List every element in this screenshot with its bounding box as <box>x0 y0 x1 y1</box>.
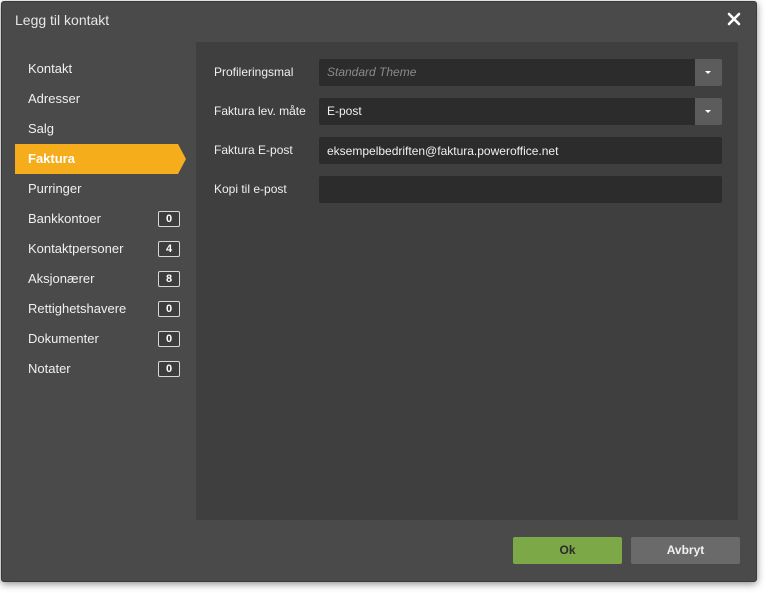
profileringsmal-label: Profileringsmal <box>214 65 294 79</box>
cancel-button[interactable]: Avbryt <box>631 537 740 564</box>
count-badge: 0 <box>158 361 180 377</box>
chevron-down-icon[interactable] <box>695 98 722 125</box>
count-badge: 0 <box>158 301 180 317</box>
sidebar-item-salg[interactable]: Salg <box>15 114 180 144</box>
sidebar-item-adresser[interactable]: Adresser <box>15 84 180 114</box>
leveringsmate-select[interactable]: E-post <box>319 98 722 125</box>
faktura-epost-input[interactable] <box>327 137 714 164</box>
count-badge: 4 <box>158 241 180 257</box>
sidebar-item-kontaktpersoner[interactable]: Kontaktpersoner 4 <box>15 234 180 264</box>
leveringsmate-row: Faktura lev. måte E-post <box>214 98 722 125</box>
faktura-panel: Profileringsmal Standard Theme Faktura l… <box>196 42 738 520</box>
sidebar: Kontakt Adresser Salg Faktura Purringer … <box>15 54 186 384</box>
sidebar-item-faktura[interactable]: Faktura <box>15 144 186 174</box>
sidebar-item-label: Purringer <box>28 181 82 196</box>
faktura-epost-field[interactable] <box>319 137 722 164</box>
kopi-epost-field[interactable] <box>319 176 722 203</box>
sidebar-item-label: Salg <box>28 121 55 136</box>
sidebar-item-purringer[interactable]: Purringer <box>15 174 180 204</box>
sidebar-item-bankkontoer[interactable]: Bankkontoer 0 <box>15 204 180 234</box>
chevron-down-icon[interactable] <box>695 59 722 86</box>
sidebar-item-notater[interactable]: Notater 0 <box>15 354 180 384</box>
count-badge: 0 <box>158 331 180 347</box>
sidebar-item-label: Adresser <box>28 91 81 106</box>
sidebar-item-aksjonaerer[interactable]: Aksjonærer 8 <box>15 264 180 294</box>
count-badge: 0 <box>158 211 180 227</box>
faktura-epost-row: Faktura E-post <box>214 137 722 164</box>
sidebar-item-dokumenter[interactable]: Dokumenter 0 <box>15 324 180 354</box>
ok-button[interactable]: Ok <box>513 537 622 564</box>
profileringsmal-select[interactable]: Standard Theme <box>319 59 722 86</box>
sidebar-item-label: Bankkontoer <box>28 211 101 226</box>
sidebar-item-label: Rettighetshavere <box>28 301 127 316</box>
dialog-title: Legg til kontakt <box>15 12 110 28</box>
kopi-epost-input[interactable] <box>327 176 714 203</box>
kopi-epost-label: Kopi til e-post <box>214 182 287 196</box>
sidebar-item-label: Notater <box>28 361 71 376</box>
sidebar-item-rettighetshavere[interactable]: Rettighetshavere 0 <box>15 294 180 324</box>
add-contact-dialog: Legg til kontakt Kontakt Adresser Salg F… <box>1 1 757 582</box>
count-badge: 8 <box>158 271 180 287</box>
sidebar-item-label: Dokumenter <box>28 331 99 346</box>
kopi-epost-row: Kopi til e-post <box>214 176 722 203</box>
sidebar-item-label: Faktura <box>28 151 75 166</box>
sidebar-item-label: Kontakt <box>28 61 73 76</box>
sidebar-item-label: Aksjonærer <box>28 271 95 286</box>
leveringsmate-label: Faktura lev. måte <box>214 104 306 118</box>
faktura-epost-label: Faktura E-post <box>214 143 293 157</box>
sidebar-item-label: Kontaktpersoner <box>28 241 124 256</box>
sidebar-item-kontakt[interactable]: Kontakt <box>15 54 180 84</box>
close-icon[interactable] <box>726 11 742 27</box>
profileringsmal-row: Profileringsmal Standard Theme <box>214 59 722 86</box>
